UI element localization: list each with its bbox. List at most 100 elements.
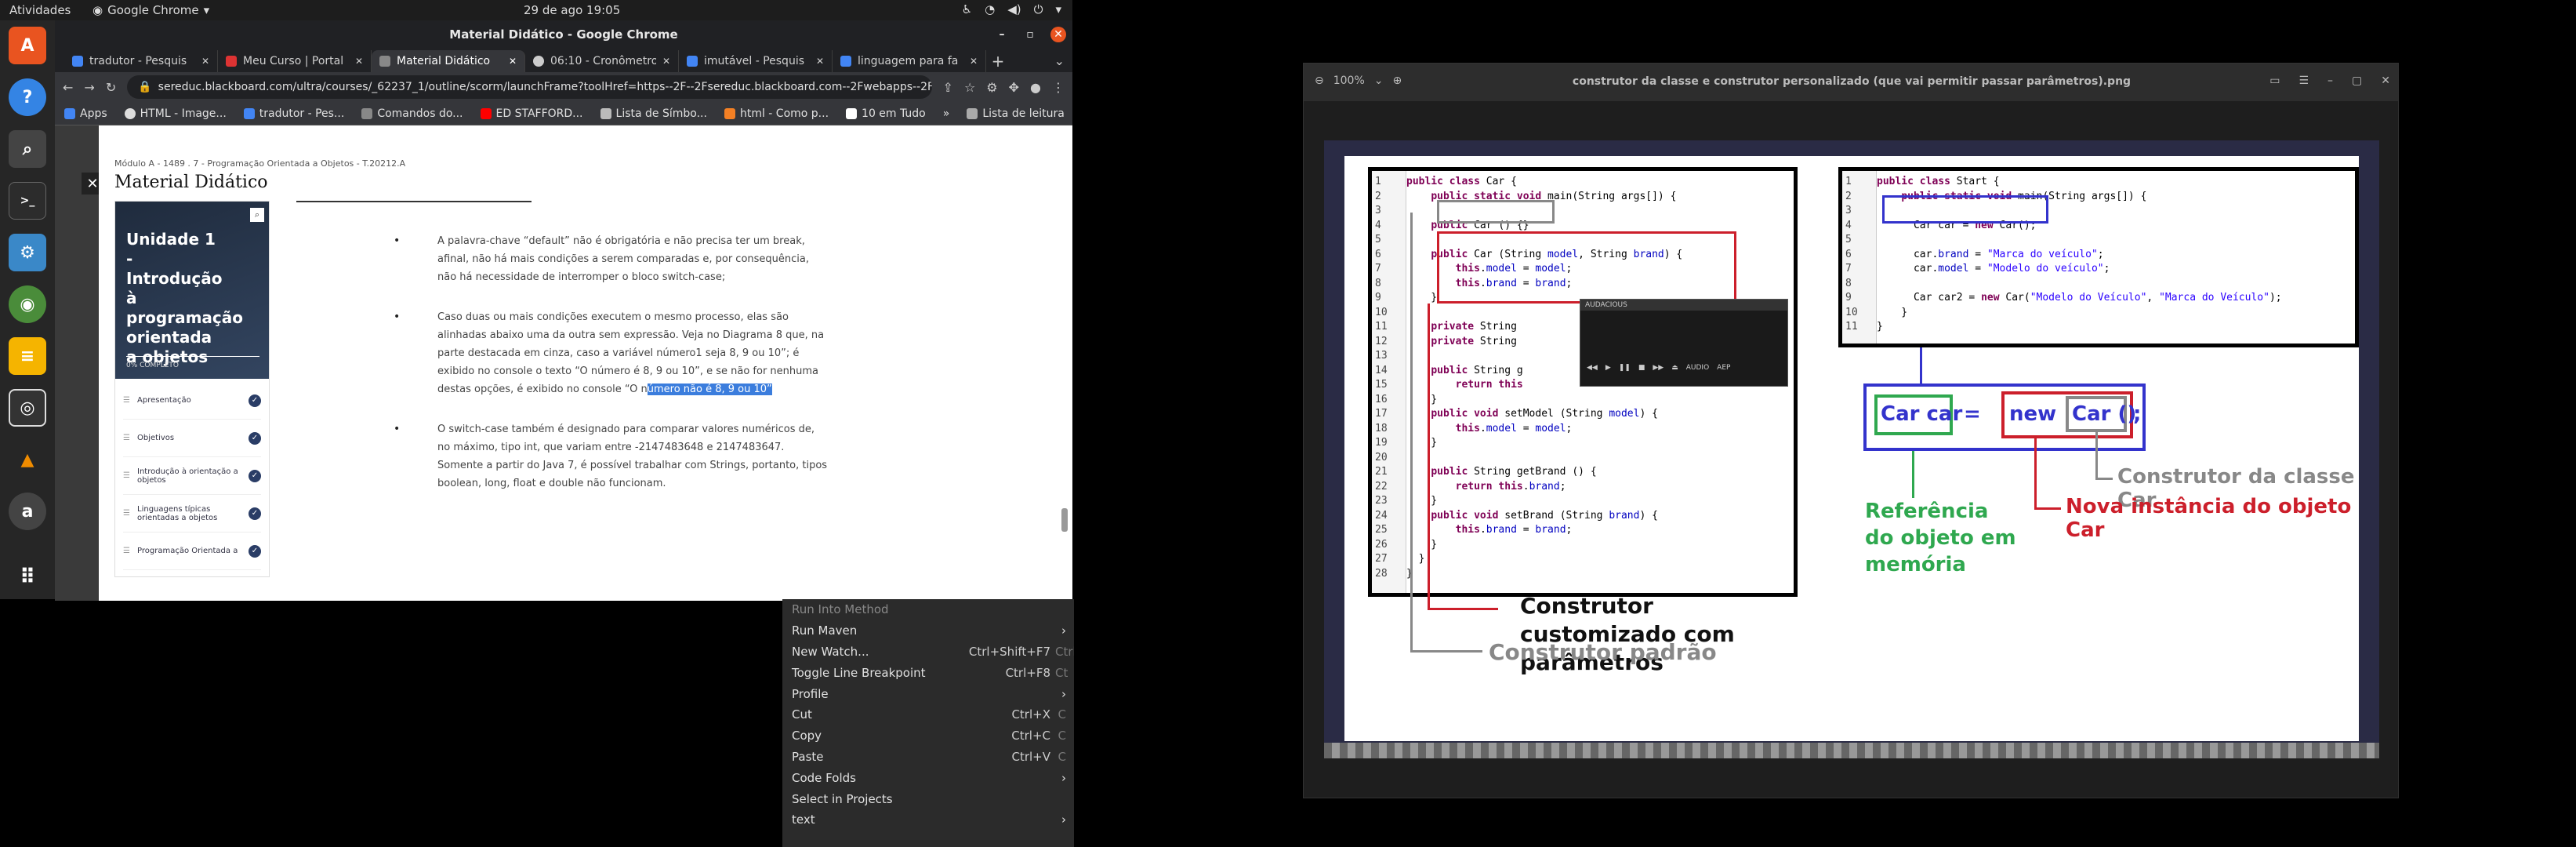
terminal-icon[interactable]: >_ bbox=[9, 182, 46, 220]
bookmark-tradutor[interactable]: tradutor - Pes... bbox=[243, 107, 344, 120]
app-menu[interactable]: ◉ Google Chrome ▾ bbox=[93, 3, 209, 17]
app-grid-icon[interactable]: ⠿ bbox=[9, 558, 46, 596]
eject-icon[interactable]: ⏏ bbox=[1671, 364, 1678, 372]
close-icon[interactable]: ✕ bbox=[1050, 27, 1066, 42]
bookmark-html-como[interactable]: html - Como p... bbox=[724, 107, 829, 120]
list-item: Caso duas ou mais condições executem o m… bbox=[394, 308, 829, 398]
maximize-icon[interactable]: ▢ bbox=[2352, 75, 2362, 87]
menu-item-select-in-projects[interactable]: Select in Projects bbox=[782, 788, 1074, 809]
notes-icon[interactable]: ≡ bbox=[9, 337, 46, 375]
previous-icon[interactable]: ◀◀ bbox=[1587, 364, 1598, 372]
bookmarks-overflow[interactable]: » bbox=[943, 107, 950, 120]
tab-meu-curso[interactable]: Meu Curso | Portal ✕ bbox=[218, 50, 372, 72]
menu-item-run-into-method[interactable]: Run Into Method bbox=[782, 599, 1074, 620]
tab-linguagem[interactable]: linguagem para fa ✕ bbox=[833, 50, 986, 72]
slideshow-icon[interactable]: ▭ bbox=[2269, 75, 2280, 87]
ubuntu-software-icon[interactable]: A bbox=[9, 27, 46, 64]
minimize-icon[interactable]: – bbox=[994, 27, 1010, 42]
close-icon[interactable]: ✕ bbox=[816, 56, 824, 67]
reading-list[interactable]: Lista de leitura bbox=[967, 107, 1065, 120]
bookmark-lista-simbolos[interactable]: Lista de Símbo... bbox=[600, 107, 707, 120]
menu-item-toggle-breakpoint[interactable]: Toggle Line Breakpoint Ctrl+F8 Ct bbox=[782, 662, 1074, 683]
topic-item[interactable]: ☰ Linguagens típicas orientadas a objetos… bbox=[123, 495, 261, 533]
bookmark-html-image[interactable]: HTML - Image... bbox=[124, 107, 227, 120]
menu-shortcut: Ctrl+C bbox=[1011, 729, 1050, 743]
line-number: 22 bbox=[1375, 480, 1388, 493]
google-icon bbox=[687, 56, 698, 67]
tab-material-didatico[interactable]: Material Didático ✕ bbox=[372, 50, 525, 72]
new-tab-button[interactable]: + bbox=[986, 52, 1010, 71]
profile-icon[interactable]: ● bbox=[1030, 80, 1041, 95]
bookmark-ed-stafford[interactable]: ED STAFFORD... bbox=[480, 107, 583, 120]
close-icon[interactable]: ✕ bbox=[355, 56, 363, 67]
menu-item-code-folds[interactable]: Code Folds › bbox=[782, 767, 1074, 788]
next-icon[interactable]: ▶▶ bbox=[1653, 364, 1664, 372]
bookmark-10-em-tudo[interactable]: 10 em Tudo bbox=[846, 107, 926, 120]
stop-icon[interactable]: ■ bbox=[1638, 364, 1645, 372]
code-text: public class Car { bbox=[1406, 176, 1517, 187]
play-icon[interactable]: ▶ bbox=[1605, 364, 1611, 372]
menu-icon[interactable]: ☰ bbox=[2298, 75, 2309, 87]
vlc-icon[interactable]: ▲ bbox=[9, 441, 46, 478]
tab-cronometro[interactable]: 06:10 - Cronômetro ✕ bbox=[525, 50, 679, 72]
pause-icon[interactable]: ❚❚ bbox=[1619, 364, 1631, 372]
help-icon[interactable]: ? bbox=[9, 78, 46, 116]
maximize-icon[interactable]: ▫ bbox=[1022, 27, 1038, 42]
scrollbar-thumb[interactable] bbox=[1061, 508, 1068, 532]
activities-button[interactable]: Atividades bbox=[9, 3, 71, 17]
clock[interactable]: 29 de ago 19:05 bbox=[524, 3, 620, 17]
camera-icon[interactable]: ◎ bbox=[9, 389, 46, 427]
code-text: private String bbox=[1431, 335, 1517, 347]
forward-icon[interactable]: → bbox=[84, 80, 94, 95]
extension-icon[interactable]: ⚙ bbox=[986, 80, 997, 95]
tab-search-icon[interactable]: ⌄ bbox=[1054, 53, 1065, 68]
search-icon[interactable]: ⌕ bbox=[250, 208, 264, 222]
menu-item-run-maven[interactable]: Run Maven › bbox=[782, 620, 1074, 642]
network-icon[interactable]: ⚙ bbox=[9, 234, 46, 271]
audio-button[interactable]: AUDIO bbox=[1686, 364, 1709, 372]
topic-item[interactable]: ☰ Programação Orientada a ✓ bbox=[123, 533, 261, 570]
reload-icon[interactable]: ↻ bbox=[106, 80, 116, 95]
close-icon[interactable]: ✕ bbox=[970, 56, 978, 67]
close-icon[interactable]: ✕ bbox=[201, 56, 209, 67]
puzzle-icon[interactable]: ✥ bbox=[1009, 80, 1019, 95]
close-icon[interactable]: ✕ bbox=[509, 56, 517, 67]
bookmark-apps[interactable]: Apps bbox=[64, 107, 107, 120]
amazon-icon[interactable]: a bbox=[9, 493, 46, 530]
code-text: this.model = model; bbox=[1455, 422, 1573, 434]
aep-button[interactable]: AEP bbox=[1717, 364, 1730, 372]
menu-item-paste[interactable]: Paste Ctrl+V C bbox=[782, 747, 1074, 768]
system-tray[interactable]: ♿ ◔ ◀) ⏻ ▾ bbox=[962, 2, 1061, 16]
menu-item-copy[interactable]: Copy Ctrl+C C bbox=[782, 725, 1074, 747]
close-icon[interactable]: ✕ bbox=[2381, 75, 2390, 87]
code-line: 8 bbox=[1842, 278, 1877, 293]
menu-item-profile[interactable]: Profile › bbox=[782, 683, 1074, 704]
tab-imutavel[interactable]: imutável - Pesquis ✕ bbox=[679, 50, 833, 72]
share-icon[interactable]: ⇪ bbox=[943, 80, 953, 95]
topic-item[interactable]: ☰ Introdução à orientação a objetos ✓ bbox=[123, 457, 261, 495]
back-icon[interactable]: ← bbox=[63, 80, 73, 95]
menu-item-new-watch[interactable]: New Watch... Ctrl+Shift+F7 Ctrl+Shift+F bbox=[782, 642, 1074, 663]
menu-item-text[interactable]: text › bbox=[782, 809, 1074, 831]
chrome-icon[interactable]: ◉ bbox=[9, 285, 46, 323]
check-icon: ✓ bbox=[249, 469, 261, 482]
audacious-player[interactable]: AUDACIOUS ◀◀ ▶ ❚❚ ■ ▶▶ ⏏ AUDIO AEP bbox=[1580, 299, 1788, 387]
menu-item-cut[interactable]: Cut Ctrl+X C bbox=[782, 704, 1074, 725]
submenu-arrow-icon: › bbox=[1061, 623, 1066, 638]
star-icon[interactable]: ☆ bbox=[964, 80, 975, 95]
topic-item[interactable]: ☰ Objetivos ✓ bbox=[123, 420, 261, 457]
code-line: 12 private String bbox=[1372, 336, 1517, 351]
topic-item[interactable]: ☰ Apresentação ✓ bbox=[123, 382, 261, 420]
bookmarks-bar: Apps HTML - Image... tradutor - Pes... C… bbox=[55, 102, 1072, 125]
content-scrollbar[interactable] bbox=[1061, 201, 1068, 577]
menu-icon[interactable]: ⋮ bbox=[1052, 80, 1065, 95]
minimize-icon[interactable]: – bbox=[2327, 75, 2333, 87]
apps-icon bbox=[64, 107, 75, 119]
magnifier-icon[interactable]: ⌕ bbox=[9, 130, 46, 168]
tab-tradutor[interactable]: tradutor - Pesquis ✕ bbox=[64, 50, 218, 72]
bookmark-comandos[interactable]: Comandos do... bbox=[361, 107, 463, 120]
close-icon[interactable]: ✕ bbox=[662, 56, 670, 67]
breadcrumb: Módulo A - 1489 . 7 - Programação Orient… bbox=[114, 158, 406, 169]
selected-text[interactable]: úmero não é 8, 9 ou 10” bbox=[647, 384, 772, 395]
address-bar[interactable]: 🔒 sereduc.blackboard.com/ultra/courses/_… bbox=[127, 75, 932, 99]
